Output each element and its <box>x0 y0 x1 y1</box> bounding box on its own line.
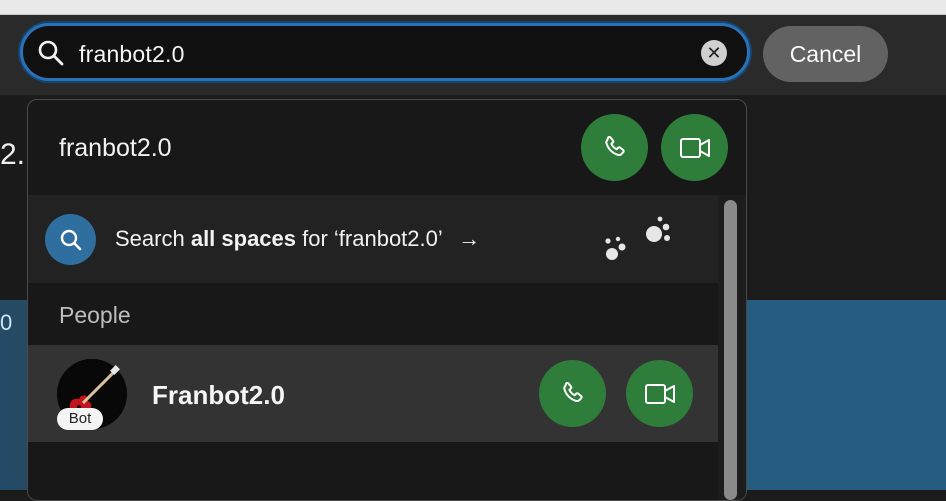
search-all-spaces-suffix: for ‘franbot2.0’ <box>296 226 442 251</box>
spaces-dots-icon <box>605 216 670 260</box>
person-call-button[interactable] <box>539 360 606 427</box>
background-text-fragment: 0 <box>0 310 13 335</box>
bot-badge: Bot <box>57 408 103 430</box>
search-all-spaces-label: Search all spaces for ‘franbot2.0’ → <box>115 226 480 252</box>
phone-icon <box>562 381 583 402</box>
search-icon <box>60 229 81 250</box>
video-camera-icon <box>644 383 675 404</box>
video-camera-icon <box>679 137 710 158</box>
person-result-row[interactable]: Bot Franbot2.0 <box>28 345 718 442</box>
search-input[interactable]: franbot2.0 ✕ <box>20 23 750 81</box>
search-results-dropdown: franbot2.0 Search all spaces for ‘franbo… <box>27 99 747 501</box>
call-button[interactable] <box>581 114 648 181</box>
arrow-right-icon: → <box>458 226 481 251</box>
background-text-fragment: 2. <box>0 138 26 171</box>
clear-icon[interactable]: ✕ <box>701 40 727 66</box>
person-video-call-button[interactable] <box>626 360 693 427</box>
search-query-text[interactable]: franbot2.0 <box>79 41 185 68</box>
search-all-spaces-item[interactable]: Search all spaces for ‘franbot2.0’ → <box>28 195 718 283</box>
top-result-label: franbot2.0 <box>59 134 172 162</box>
search-all-spaces-prefix: Search <box>115 226 191 251</box>
video-call-button[interactable] <box>661 114 728 181</box>
top-result-item[interactable]: franbot2.0 <box>28 100 746 195</box>
phone-icon <box>604 135 625 156</box>
search-all-spaces-icon-badge <box>45 214 96 265</box>
person-name: Franbot2.0 <box>152 380 285 410</box>
cancel-button[interactable]: Cancel <box>763 26 888 82</box>
search-icon <box>37 39 65 67</box>
scrollbar-thumb[interactable] <box>724 200 737 500</box>
people-section-heading: People <box>59 302 131 328</box>
background-right-pane <box>745 300 946 490</box>
background-left-panel <box>0 95 28 300</box>
window-top-strip <box>0 0 946 15</box>
search-all-spaces-emphasis: all spaces <box>190 226 297 251</box>
